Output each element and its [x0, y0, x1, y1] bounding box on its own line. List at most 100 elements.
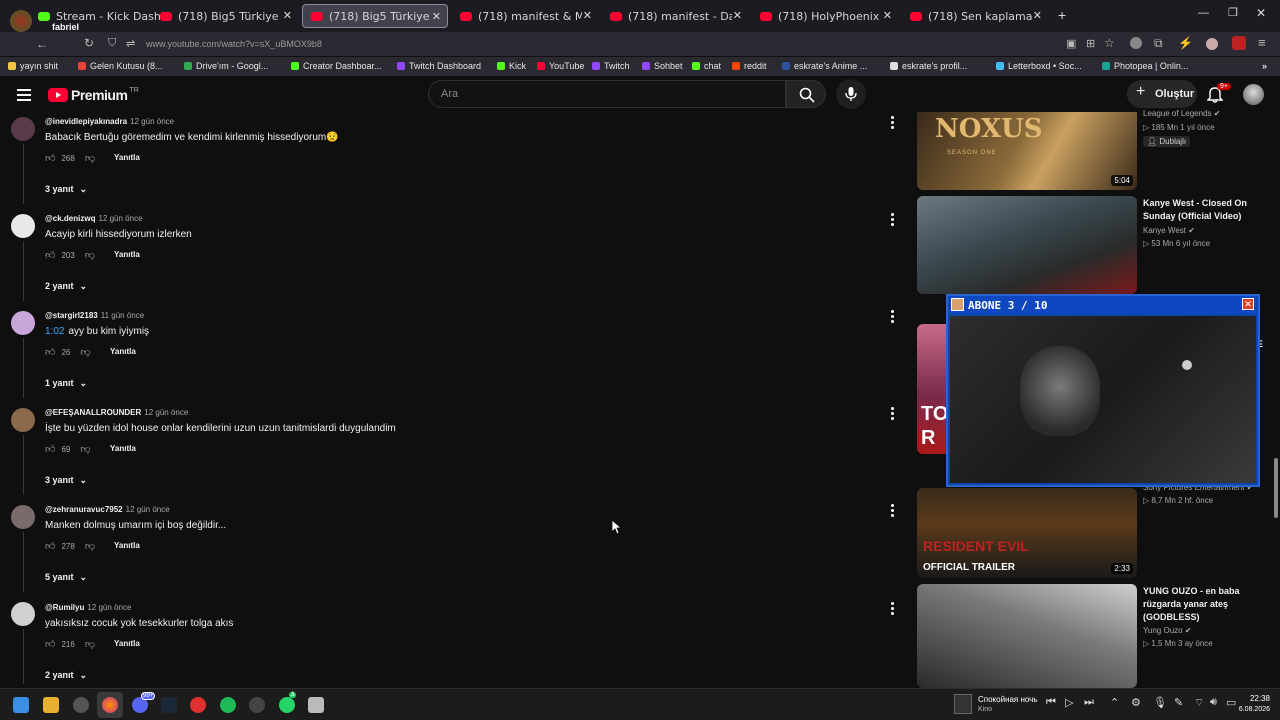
dislike-icon[interactable]: 👎︎ — [85, 638, 95, 650]
bookmark-item[interactable]: Photopea | Onlin... — [1102, 61, 1188, 71]
dislike-icon[interactable]: 👎︎ — [80, 443, 90, 455]
recommendation-item[interactable]: RESIDENT EVIL OFFICIAL TRAILER 2:33 Sony… — [917, 480, 1277, 580]
bookmarks-overflow-button[interactable]: » — [1262, 61, 1267, 71]
bookmark-item[interactable]: Drive'ım - Googl... — [184, 61, 268, 71]
tab-2-active[interactable]: (718) Big5 Türkiye | Er✕ — [302, 4, 448, 28]
reply-button[interactable]: Yanıtla — [114, 153, 140, 162]
video-timestamp-link[interactable]: 1:02 — [45, 326, 64, 337]
video-title[interactable]: Kanye West - Closed On Sunday (Official … — [1143, 197, 1273, 223]
previous-track-icon[interactable]: ⏮ — [1046, 696, 1056, 709]
comment-author[interactable]: @Rumilyu 12 gün önce — [45, 603, 131, 612]
address-field[interactable]: www.youtube.com/watch?v=sX_uBMOX9b8 — [146, 39, 322, 49]
app-icon[interactable] — [249, 697, 265, 713]
replies-toggle[interactable]: 2 yanıt ⌄ — [45, 281, 87, 292]
notifications-button[interactable]: 9+ — [1206, 83, 1231, 108]
more-options-icon[interactable] — [891, 602, 895, 617]
dislike-icon[interactable]: 👎︎ — [80, 346, 90, 358]
comment-author[interactable]: @ck.denizwq 12 gün önce — [45, 214, 143, 223]
clock-date[interactable]: 6.08.2026 — [1230, 706, 1270, 713]
reply-button[interactable]: Yanıtla — [114, 250, 140, 259]
bookmark-item[interactable]: yayın shit — [8, 61, 58, 71]
firefox-icon[interactable] — [102, 697, 118, 713]
comment-time[interactable]: 12 gün önce — [98, 214, 142, 223]
reply-button[interactable]: Yanıtla — [114, 639, 140, 648]
bookmark-item[interactable]: eskrate's Anime ... — [782, 61, 867, 71]
hamburger-menu-icon[interactable] — [17, 89, 31, 104]
channel-name[interactable]: Kanye West ✔ — [1143, 226, 1195, 235]
reply-button[interactable]: Yanıtla — [110, 444, 136, 453]
more-options-icon[interactable] — [891, 116, 895, 131]
next-track-icon[interactable]: ⏭ — [1084, 696, 1094, 709]
close-icon[interactable]: ✕ — [883, 9, 892, 22]
avatar[interactable] — [11, 408, 35, 432]
bookmark-item[interactable]: Kick — [497, 61, 526, 71]
video-thumbnail[interactable]: NOXUS SEASON ONE 5:04 — [917, 112, 1137, 190]
comment-time[interactable]: 12 gün önce — [126, 505, 170, 514]
tab-6[interactable]: (718) Sen kaplama işini✕ — [902, 4, 1048, 28]
like-icon[interactable]: 👍︎ — [45, 540, 55, 552]
whatsapp-icon[interactable]: 3 — [279, 692, 297, 713]
like-icon[interactable]: 👍︎ — [45, 346, 55, 358]
youtube-logo[interactable]: Premium TR — [48, 87, 139, 103]
channel-name[interactable]: League of Legends ✔ — [1143, 109, 1220, 118]
bookmark-item[interactable]: reddit — [732, 61, 767, 71]
windows-start-icon[interactable] — [13, 697, 29, 713]
more-options-icon[interactable] — [891, 310, 895, 325]
discord-icon[interactable]: 99+ — [132, 692, 156, 713]
video-thumbnail[interactable]: RESIDENT EVIL OFFICIAL TRAILER 2:33 — [917, 488, 1137, 578]
video-thumbnail[interactable]: TO R — [917, 324, 947, 454]
like-icon[interactable]: 👍︎ — [45, 249, 55, 261]
close-icon[interactable]: ✕ — [583, 9, 592, 22]
speaker-icon[interactable]: 🔊︎ — [1210, 696, 1217, 709]
pen-icon[interactable]: ✎ — [1174, 696, 1183, 709]
close-icon[interactable]: ✕ — [283, 9, 292, 22]
replies-toggle[interactable]: 5 yanıt ⌄ — [45, 572, 87, 583]
minimize-button[interactable]: — — [1198, 7, 1209, 19]
avatar[interactable] — [11, 505, 35, 529]
clock-time[interactable]: 22:38 — [1240, 694, 1270, 703]
microphone-icon[interactable]: 🎙︎ — [1153, 696, 1167, 709]
bookmark-star-icon[interactable]: ☆ — [1104, 36, 1115, 50]
replies-toggle[interactable]: 3 yanıt ⌄ — [45, 184, 87, 195]
shield-icon[interactable]: ⛉ — [108, 37, 116, 50]
comment-time[interactable]: 12 gün önce — [144, 408, 188, 417]
comment-time[interactable]: 11 gün önce — [101, 311, 144, 320]
permissions-icon[interactable]: ⇌ — [126, 37, 135, 50]
dislike-icon[interactable]: 👎︎ — [85, 152, 95, 164]
browser-profile[interactable] — [10, 10, 32, 32]
avatar[interactable] — [11, 602, 35, 626]
file-explorer-icon[interactable] — [43, 697, 59, 713]
bookmark-item[interactable]: Sohbet — [642, 61, 683, 71]
bookmark-item[interactable]: Gelen Kutusu (8... — [78, 61, 163, 71]
recommendation-item[interactable]: Kanye West - Closed On Sunday (Official … — [917, 196, 1277, 296]
close-icon[interactable]: ✕ — [1033, 9, 1042, 22]
chevron-up-icon[interactable]: ⌃ — [1110, 696, 1119, 709]
replies-toggle[interactable]: 3 yanıt ⌄ — [45, 475, 87, 486]
avatar[interactable] — [11, 311, 35, 335]
bookmark-item[interactable]: Creator Dashboar... — [291, 61, 382, 71]
comment-author[interactable]: @inevidlepiyakınadra 12 gün önce — [45, 117, 174, 126]
comment-author[interactable]: @zehranuravuc7952 12 gün önce — [45, 505, 170, 514]
more-options-icon[interactable] — [891, 504, 895, 519]
extensions-puzzle-icon[interactable]: ⧉ — [1154, 36, 1163, 51]
channel-name[interactable]: Yung Ouzo ✔ — [1143, 626, 1192, 635]
bookmark-item[interactable]: Twitch Dashboard — [397, 61, 481, 71]
tab-1[interactable]: (718) Big5 Türkiye | Er✕ — [152, 4, 298, 28]
spotify-icon[interactable] — [220, 697, 236, 713]
video-title[interactable]: YUNG OUZO - en baba rüzgarda yanar ateş … — [1143, 585, 1273, 624]
more-options-icon[interactable] — [891, 407, 895, 422]
comment-time[interactable]: 12 gün önce — [87, 603, 131, 612]
wifi-icon[interactable]: ⌔ — [1194, 696, 1204, 710]
picture-in-picture-icon[interactable]: ▣ — [1066, 37, 1076, 50]
dislike-icon[interactable]: 👎︎ — [85, 249, 95, 261]
save-icon[interactable]: ⊞ — [1086, 37, 1095, 50]
ublock-icon[interactable] — [1232, 36, 1246, 50]
reply-button[interactable]: Yanıtla — [110, 347, 136, 356]
extension-icon[interactable]: ⚡ — [1178, 36, 1193, 50]
like-icon[interactable]: 👍︎ — [45, 443, 55, 455]
app-icon[interactable] — [308, 697, 324, 713]
bookmark-item[interactable]: eskrate's profil... — [890, 61, 967, 71]
recommendation-item[interactable]: YUNG OUZO - en baba rüzgarda yanar ateş … — [917, 584, 1277, 688]
tab-3[interactable]: (718) manifest & Motive✕ — [452, 4, 598, 28]
window-close-button[interactable]: ✕ — [1256, 6, 1266, 20]
